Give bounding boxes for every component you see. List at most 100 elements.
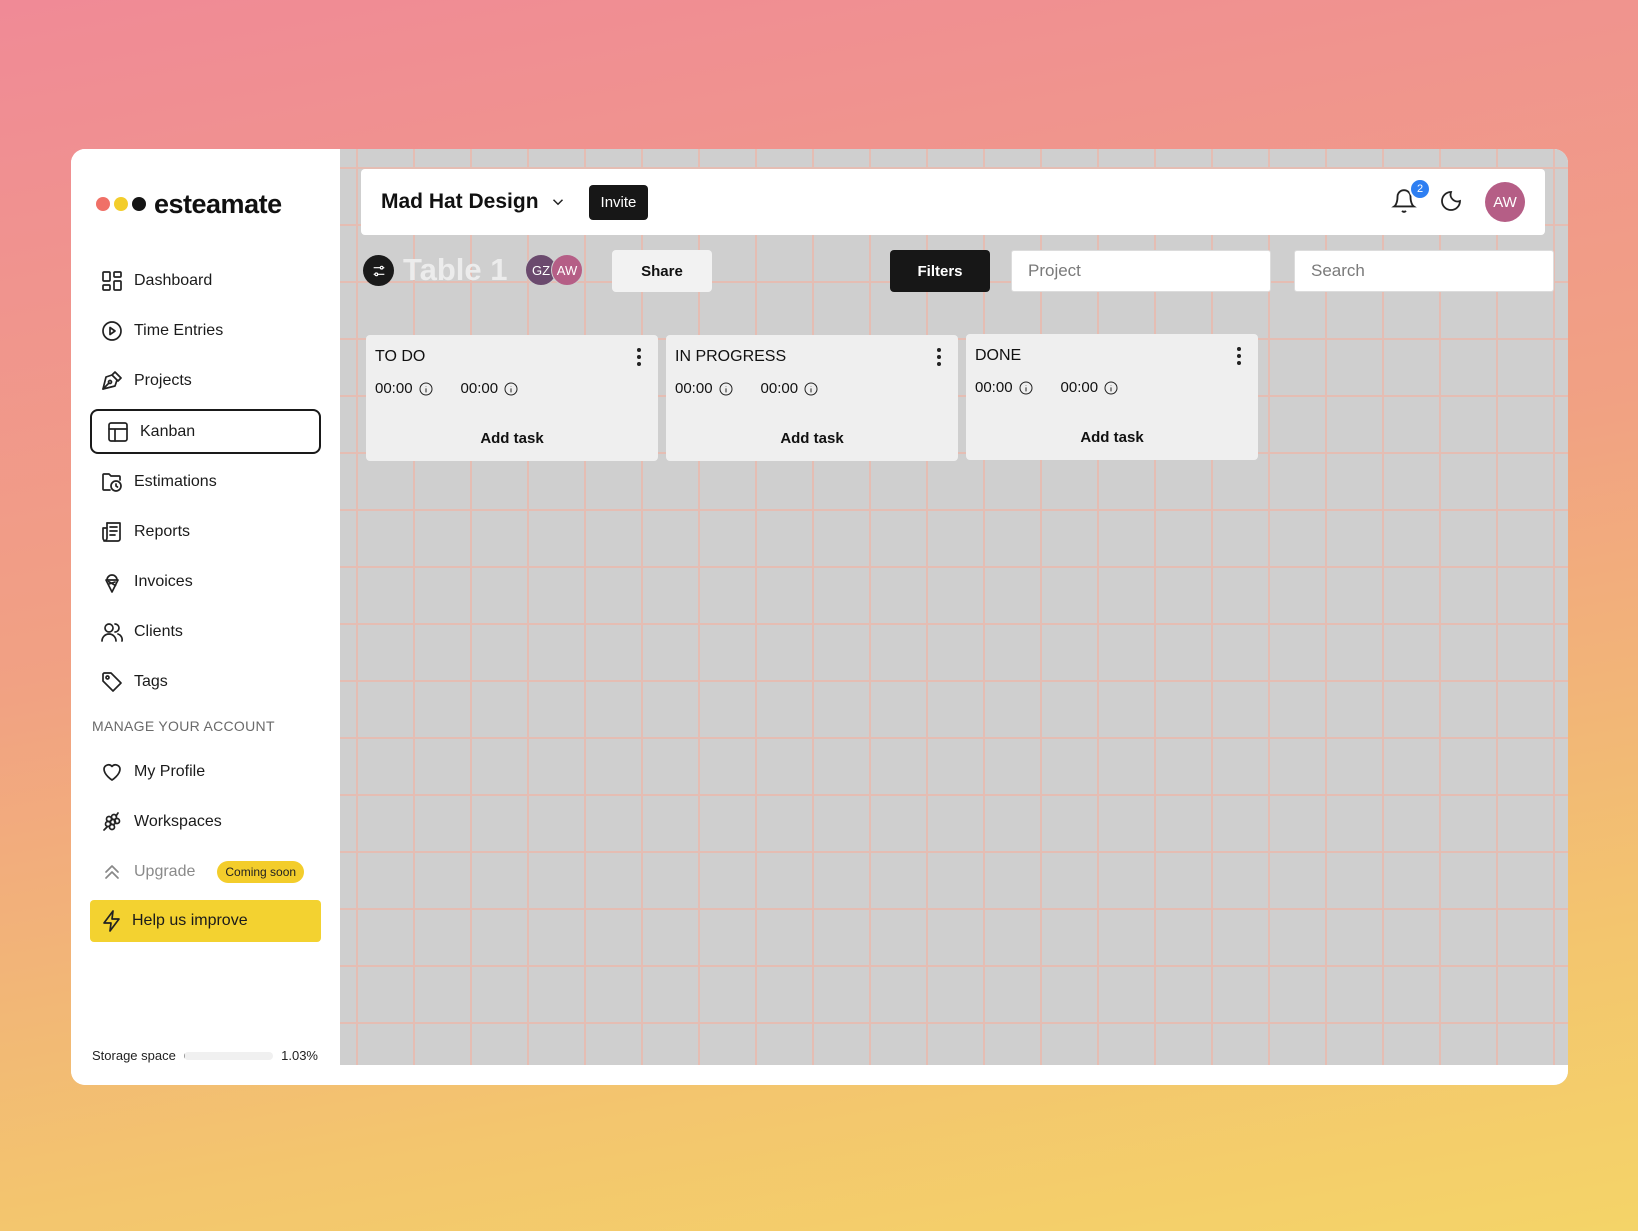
top-right-actions: 2 AW [1391,178,1525,222]
storage-progress-fill [183,1051,185,1060]
info-icon[interactable] [418,381,434,397]
column-time: 00:00 [761,380,820,397]
logo-dot-black [132,197,146,211]
more-vertical-icon[interactable] [929,346,949,368]
dashboard-icon [100,269,124,293]
sidebar-item-label: Workspaces [134,813,222,830]
sidebar-item-label: Upgrade [134,863,196,880]
time-value: 00:00 [675,380,713,397]
more-vertical-icon[interactable] [1229,345,1249,367]
board-settings-button[interactable] [363,255,394,286]
tag-icon [100,670,124,694]
lightning-icon [103,910,120,932]
notification-count-badge: 2 [1409,178,1431,200]
help-us-improve-button[interactable]: Help us improve [90,900,321,942]
add-task-button[interactable]: Add task [366,430,658,447]
column-header: IN PROGRESS [675,346,949,368]
time-value: 00:00 [375,380,413,397]
sidebar-item-workspaces[interactable]: Workspaces [90,800,321,844]
account-nav: My Profile Workspaces Upgrade Coming soo… [71,750,340,894]
sliders-icon [373,265,384,276]
column-times: 00:00 00:00 [975,379,1249,396]
chevrons-up-icon [100,860,124,884]
sidebar-item-my-profile[interactable]: My Profile [90,750,321,794]
help-button-label: Help us improve [132,912,248,929]
sidebar-item-reports[interactable]: Reports [90,510,321,554]
column-time: 00:00 [375,380,434,397]
column-time: 00:00 [1061,379,1120,396]
sidebar-item-time-entries[interactable]: Time Entries [90,309,321,353]
member-avatar[interactable]: AW [551,254,583,286]
column-time: 00:00 [461,380,520,397]
sidebar-item-tags[interactable]: Tags [90,660,321,704]
sidebar-item-invoices[interactable]: Invoices [90,560,321,604]
kanban-layout-icon [106,420,130,444]
filters-button[interactable]: Filters [890,250,990,292]
dark-mode-toggle[interactable] [1439,189,1465,215]
sidebar-item-upgrade[interactable]: Upgrade Coming soon [90,850,321,894]
app-window: esteamate Dashboard Time Entries Project… [71,149,1568,1085]
coming-soon-badge: Coming soon [217,861,305,883]
users-icon [100,620,124,644]
time-value: 00:00 [760,380,799,397]
logo-dot-red [96,197,110,211]
sidebar-item-label: Invoices [134,573,193,590]
logo-dot-yellow [114,197,128,211]
sidebar-item-estimations[interactable]: Estimations [90,460,321,504]
kanban-column-todo: TO DO 00:00 00:00 Add task [366,335,658,461]
column-title: DONE [975,347,1022,364]
invite-button[interactable]: Invite [588,184,649,220]
column-header: TO DO [375,346,649,368]
sidebar-item-dashboard[interactable]: Dashboard [90,259,321,303]
sidebar-item-kanban[interactable]: Kanban [90,409,321,454]
storage-label: Storage space [92,1048,176,1063]
project-input[interactable] [1011,250,1271,292]
brand-name: esteamate [154,188,282,219]
time-value: 00:00 [460,380,499,397]
play-circle-icon [100,319,124,343]
share-button[interactable]: Share [612,250,712,292]
notifications-button[interactable]: 2 [1391,178,1431,216]
sidebar-item-label: Clients [134,623,183,640]
sidebar-item-label: Dashboard [134,272,213,289]
workspace-name[interactable]: Mad Hat Design [381,190,539,214]
brand-logo[interactable]: esteamate [71,189,340,219]
sidebar-item-label: Time Entries [134,322,224,339]
grapes-icon [100,810,124,834]
info-icon[interactable] [503,381,519,397]
storage-percent: 1.03% [281,1048,318,1063]
column-time: 00:00 [975,379,1034,396]
board-toolbar: Table 1 GZ AW Share Filters [361,249,1568,293]
column-title: IN PROGRESS [675,348,787,365]
main-nav: Dashboard Time Entries Projects Kanban E… [71,259,340,704]
sidebar-item-label: Kanban [140,422,196,440]
more-vertical-icon[interactable] [629,346,649,368]
bottom-strip [340,1065,1568,1085]
account-section-label: MANAGE YOUR ACCOUNT [92,718,275,734]
ice-cream-icon [100,570,124,594]
top-bar: Mad Hat Design Invite 2 AW [361,169,1545,235]
search-input[interactable] [1294,250,1554,292]
sidebar-item-label: Projects [134,372,192,389]
sidebar-item-label: My Profile [134,763,206,780]
kanban-column-in-progress: IN PROGRESS 00:00 00:00 Add task [666,335,958,461]
info-icon[interactable] [1018,380,1034,396]
heart-icon [100,760,124,784]
time-value: 00:00 [975,379,1013,396]
info-icon[interactable] [803,381,819,397]
add-task-button[interactable]: Add task [966,429,1258,446]
newspaper-icon [100,520,124,544]
column-times: 00:00 00:00 [375,380,649,397]
sidebar-item-projects[interactable]: Projects [90,359,321,403]
user-avatar[interactable]: AW [1485,182,1525,222]
pen-tool-icon [100,369,124,393]
member-avatars[interactable]: GZ AW [525,254,583,286]
add-task-button[interactable]: Add task [666,430,958,447]
sidebar-item-label: Tags [134,673,168,690]
info-icon[interactable] [1103,380,1119,396]
sidebar-item-label: Estimations [134,473,217,490]
chevron-down-icon[interactable] [549,193,567,211]
info-icon[interactable] [718,381,734,397]
sidebar-item-clients[interactable]: Clients [90,610,321,654]
main-canvas: Mad Hat Design Invite 2 AW Table 1 GZ AW… [340,149,1568,1085]
